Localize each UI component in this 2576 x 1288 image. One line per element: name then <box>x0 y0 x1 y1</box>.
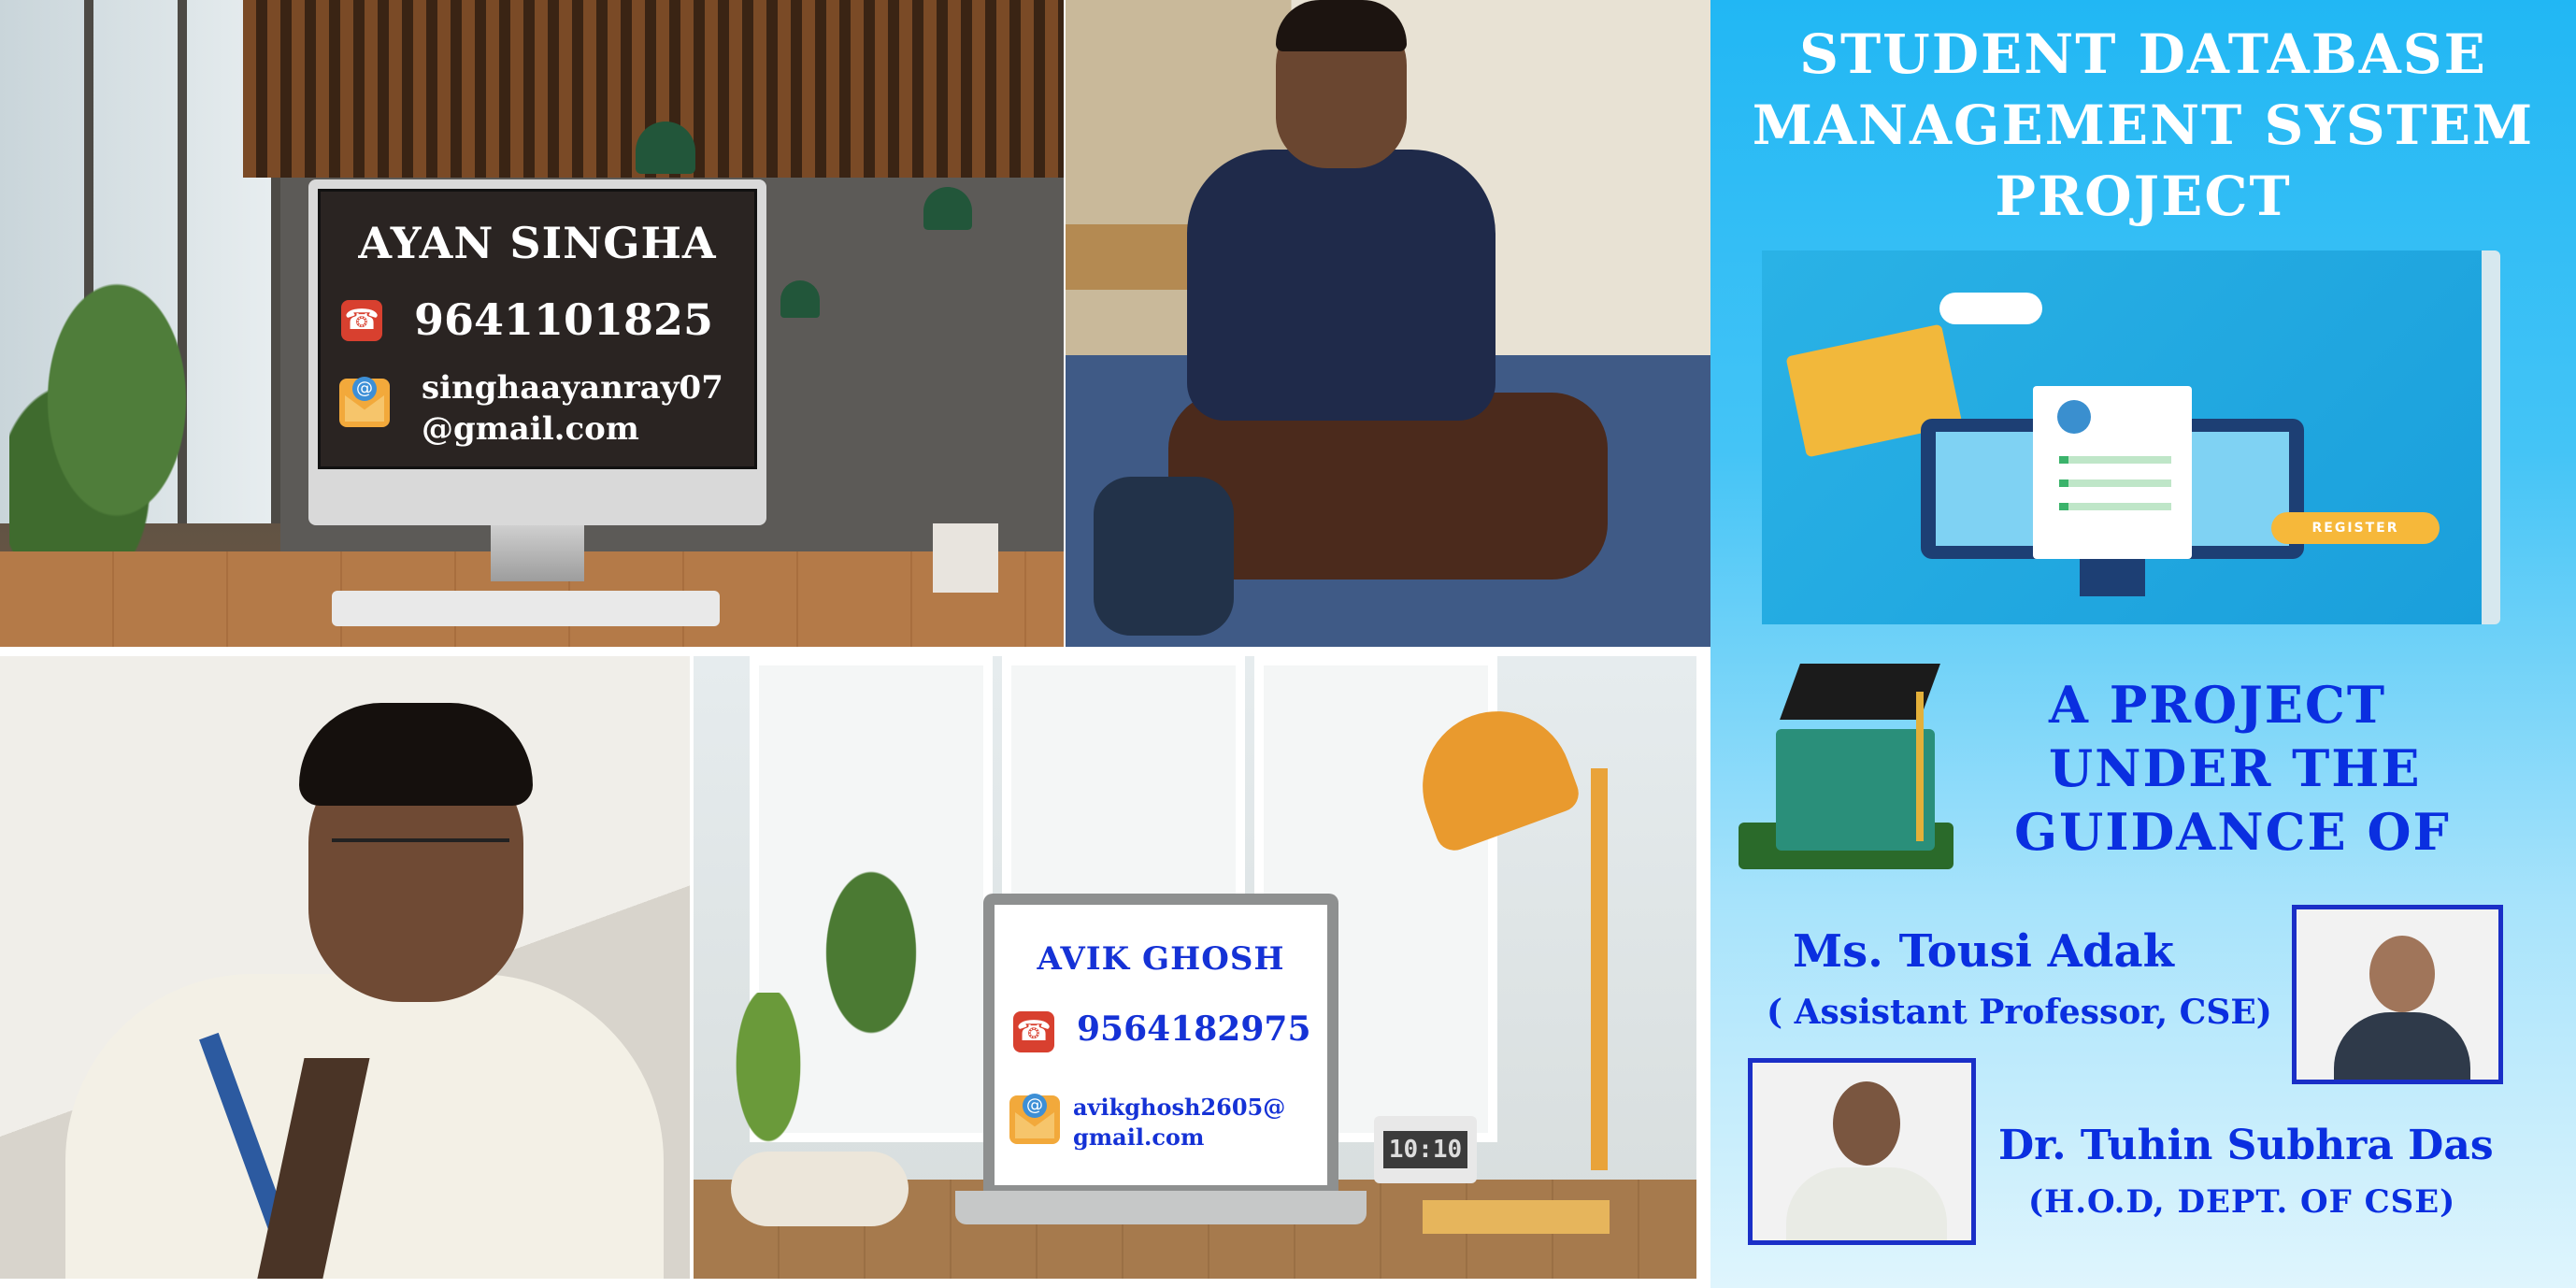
seated-student-photo <box>1066 0 1710 647</box>
plant-pot <box>933 523 998 593</box>
email-icon <box>1009 1094 1060 1144</box>
avik-phone: 9564182975 <box>1077 1009 1311 1049</box>
cloud-icon <box>1939 293 2042 324</box>
keyboard <box>332 591 720 626</box>
avik-email-line1: avikghosh2605@ <box>1073 1094 1286 1121</box>
project-info-panel: STUDENT DATABASE MANAGEMENT SYSTEM PROJE… <box>1710 0 2576 1288</box>
guide1-body <box>2334 1012 2470 1080</box>
headphones <box>731 1152 909 1226</box>
student-portrait-photo <box>0 656 690 1279</box>
register-button-graphic: REGISTER <box>2271 512 2440 544</box>
alarm-clock: 10:10 <box>1374 1116 1477 1183</box>
guide1-name: Ms. Tousi Adak <box>1793 925 2174 978</box>
guide2-photo <box>1748 1058 1976 1245</box>
glasses <box>332 838 509 880</box>
person-jacket <box>1187 150 1496 421</box>
document-icon <box>2033 386 2192 559</box>
project-title-line2: MANAGEMENT SYSTEM <box>1752 93 2535 157</box>
laptop-base <box>955 1191 1367 1224</box>
desktop-monitor: AYAN SINGHA ☎ 9641101825 singhaayanray07… <box>308 179 766 581</box>
pendant-lamp <box>923 187 972 230</box>
check-icon <box>2059 503 2171 510</box>
email-icon <box>339 377 390 427</box>
registration-illustration: REGISTER <box>1762 250 2500 624</box>
guide2-role: (H.O.D, DEPT. OF CSE) <box>2028 1183 2456 1221</box>
ayan-email-line2: @gmail.com <box>422 410 639 448</box>
ayan-photo-panel: AYAN SINGHA ☎ 9641101825 singhaayanray07… <box>0 0 1064 647</box>
avik-photo-panel: 10:10 AVIK GHOSH ☎ 9564182975 avikghosh2… <box>694 656 1696 1279</box>
guidance-line1: A PROJECT <box>2049 675 2387 735</box>
avik-contact-card: AVIK GHOSH ☎ 9564182975 avikghosh2605@ g… <box>995 905 1327 1185</box>
monitor-stand <box>491 525 584 581</box>
shoe <box>1094 477 1234 636</box>
pendant-lamp <box>636 122 695 174</box>
project-title-line3: PROJECT <box>1995 165 2292 228</box>
check-icon <box>2059 456 2171 464</box>
guide2-head <box>1833 1081 1900 1166</box>
person-shirt <box>65 974 664 1279</box>
guide2-body <box>1786 1167 1947 1240</box>
graduation-books-icon <box>1720 654 1991 888</box>
ayan-phone: 9641101825 <box>414 294 714 345</box>
avik-name: AVIK GHOSH <box>1037 940 1285 978</box>
ayan-contact-card: AYAN SINGHA ☎ 9641101825 singhaayanray07… <box>318 189 757 469</box>
project-title-line1: STUDENT DATABASE <box>1799 22 2487 86</box>
illustration-background: REGISTER <box>1762 250 2482 624</box>
person-legs <box>1168 393 1608 580</box>
guide1-role: ( Assistant Professor, CSE) <box>1767 993 2272 1032</box>
book-stack <box>1776 729 1935 851</box>
plant <box>9 280 224 580</box>
guide1-head <box>2369 936 2435 1012</box>
lamp-arm <box>1591 768 1608 1170</box>
guidance-line3: GUIDANCE OF <box>2014 802 2451 862</box>
phone-icon: ☎ <box>341 300 382 341</box>
ayan-email-line1: singhaayanray07 <box>422 369 723 407</box>
check-icon <box>2059 479 2171 487</box>
phone-icon: ☎ <box>1013 1011 1054 1052</box>
guide1-photo <box>2292 905 2503 1084</box>
person-hair <box>1276 0 1407 51</box>
guidance-line2: UNDER THE <box>2049 738 2422 798</box>
ayan-name: AYAN SINGHA <box>358 218 717 268</box>
clock-display: 10:10 <box>1383 1131 1467 1168</box>
guide2-name: Dr. Tuhin Subhra Das <box>1998 1122 2494 1169</box>
monitor-stand-icon <box>2080 559 2145 596</box>
book <box>1423 1200 1610 1234</box>
person-hair <box>299 703 533 806</box>
laptop: AVIK GHOSH ☎ 9564182975 avikghosh2605@ g… <box>955 894 1367 1224</box>
tassel <box>1916 692 1924 841</box>
avatar-icon <box>2057 400 2091 434</box>
pendant-lamp <box>780 280 820 318</box>
avik-email-line2: gmail.com <box>1073 1123 1205 1151</box>
